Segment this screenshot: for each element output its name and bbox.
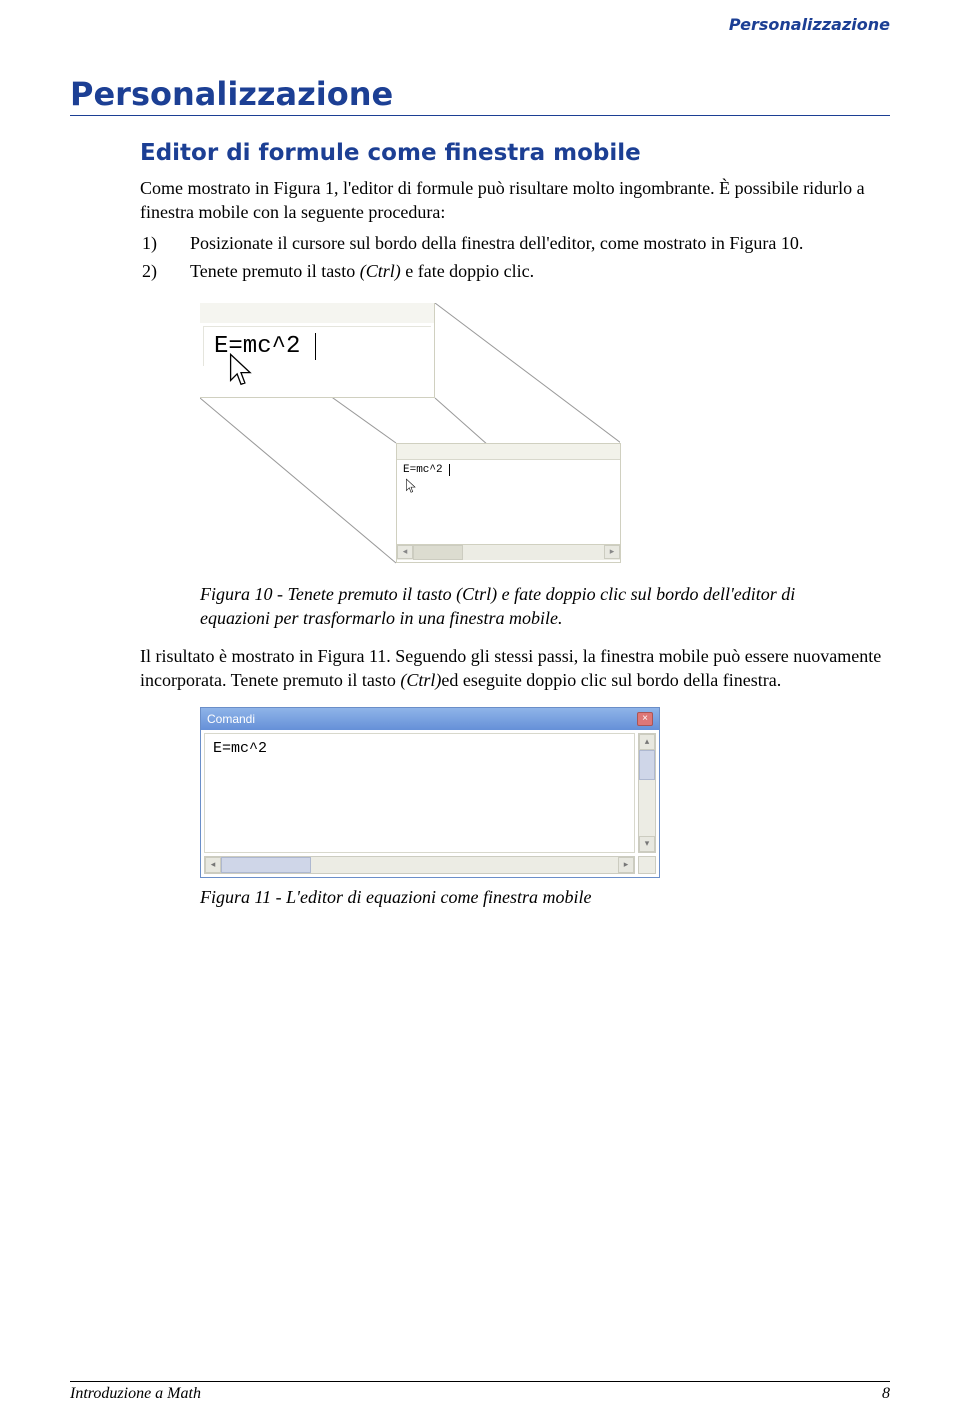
figure-11-window: Comandi × E=mc^2 ▴ ▾ ◂ ▸ [200, 707, 660, 878]
scroll-up-icon: ▴ [639, 734, 655, 750]
close-icon: × [637, 712, 653, 726]
fig11-title-text: Comandi [207, 712, 255, 726]
scroll-down-icon: ▾ [639, 836, 655, 852]
step-number: 1) [168, 231, 190, 255]
step-number: 2) [168, 259, 190, 283]
footer-doc-title: Introduzione a Math [70, 1385, 201, 1403]
figure-10-caption: Figura 10 - Tenete premuto il tasto (Ctr… [200, 583, 800, 630]
step-1: 1)Posizionate il cursore sul bordo della… [168, 231, 890, 255]
page-footer: Introduzione a Math 8 [70, 1381, 890, 1403]
scroll-right-icon: ▸ [618, 857, 634, 873]
scroll-right-icon: ▸ [604, 545, 620, 559]
header-section-label: Personalizzazione [729, 15, 890, 34]
footer-page-number: 8 [882, 1385, 890, 1403]
fig11-editor-body: E=mc^2 [204, 733, 635, 853]
fig11-vertical-scrollbar: ▴ ▾ [638, 733, 656, 853]
step-text-b: e fate doppio clic. [401, 261, 534, 281]
fig10-formula-small: E=mc^2 [403, 464, 443, 476]
scroll-left-icon: ◂ [397, 545, 413, 559]
step-2: 2)Tenete premuto il tasto (Ctrl) e fate … [168, 259, 890, 283]
step-text-a: Tenete premuto il tasto [190, 261, 360, 281]
fig10-large-titlebar [200, 303, 434, 323]
scroll-corner [638, 856, 656, 874]
procedure-list: 1)Posizionate il cursore sul bordo della… [168, 231, 890, 284]
scroll-thumb [221, 857, 311, 873]
figure-11-caption: Figura 11 - L'editor di equazioni come f… [200, 886, 800, 909]
step-text: Posizionate il cursore sul bordo della f… [190, 233, 803, 253]
ctrl-key: (Ctrl) [400, 670, 441, 690]
fig10-small-body: E=mc^2 [397, 460, 620, 544]
scroll-thumb [413, 545, 463, 560]
scroll-left-icon: ◂ [205, 857, 221, 873]
ctrl-key: (Ctrl) [360, 261, 401, 281]
scroll-thumb [639, 750, 655, 780]
fig10-small-panel: E=mc^2 ◂ ▸ [396, 443, 621, 563]
section-subtitle: Editor di formule come finestra mobile [140, 140, 890, 166]
cursor-pointer-icon [228, 351, 254, 389]
figure-10: E=mc^2 E=mc^2 ◂ ▸ [200, 303, 620, 573]
fig10-scrollbar: ◂ ▸ [397, 544, 620, 560]
fig10-zoomed-panel: E=mc^2 [200, 303, 435, 398]
fig11-titlebar: Comandi × [201, 708, 659, 730]
cursor-pointer-icon [405, 478, 417, 494]
fig10-small-titlebar [397, 444, 620, 460]
result-paragraph: Il risultato è mostrato in Figura 11. Se… [140, 644, 890, 693]
fig11-formula: E=mc^2 [213, 740, 267, 757]
fig11-horizontal-scrollbar: ◂ ▸ [204, 856, 635, 874]
intro-paragraph: Come mostrato in Figura 1, l'editor di f… [140, 176, 890, 225]
page-title: Personalizzazione [70, 75, 890, 116]
